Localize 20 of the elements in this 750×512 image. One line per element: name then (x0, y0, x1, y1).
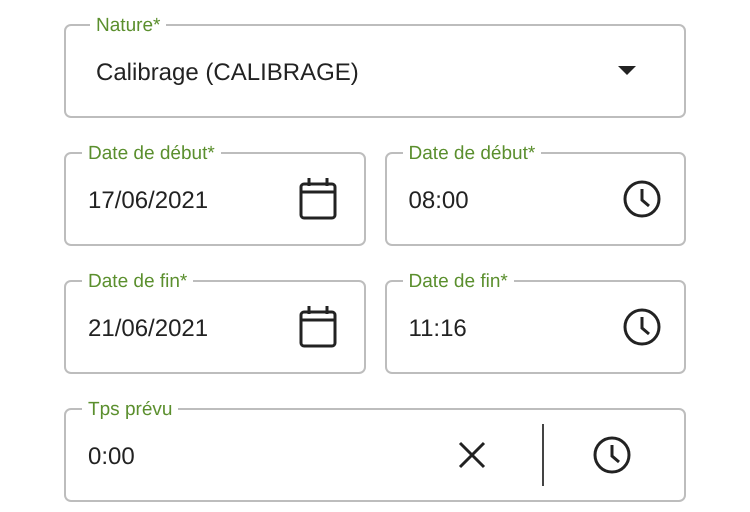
clock-icon[interactable] (622, 179, 662, 219)
caret-icon[interactable] (618, 66, 636, 76)
calendar-icon[interactable] (298, 305, 338, 349)
clock-icon[interactable] (622, 307, 662, 347)
field-value: 17/06/2021 (88, 186, 210, 215)
input-field[interactable]: Date de début* 08:00 (384, 142, 686, 246)
input-field[interactable]: Date de fin* 11:16 (384, 270, 686, 374)
field-value: Calibrage (CALIBRAGE) (96, 58, 360, 87)
field-label: Tps prévu (82, 398, 178, 422)
field-value: 08:00 (408, 186, 470, 215)
input-field[interactable]: Date de début* 17/06/2021 (64, 142, 366, 246)
field-value: 11:16 (408, 314, 468, 343)
close-icon[interactable] (458, 441, 486, 469)
field-value: 21/06/2021 (88, 314, 210, 343)
calendar-icon[interactable] (298, 177, 338, 221)
clock-icon[interactable] (592, 435, 632, 475)
input-field[interactable]: Nature* Calibrage (CALIBRAGE) (64, 14, 686, 118)
input-field[interactable]: Tps prévu 0:00 (64, 398, 686, 502)
field-value: 0:00 (88, 442, 136, 471)
input-field[interactable]: Date de fin* 21/06/2021 (64, 270, 366, 374)
